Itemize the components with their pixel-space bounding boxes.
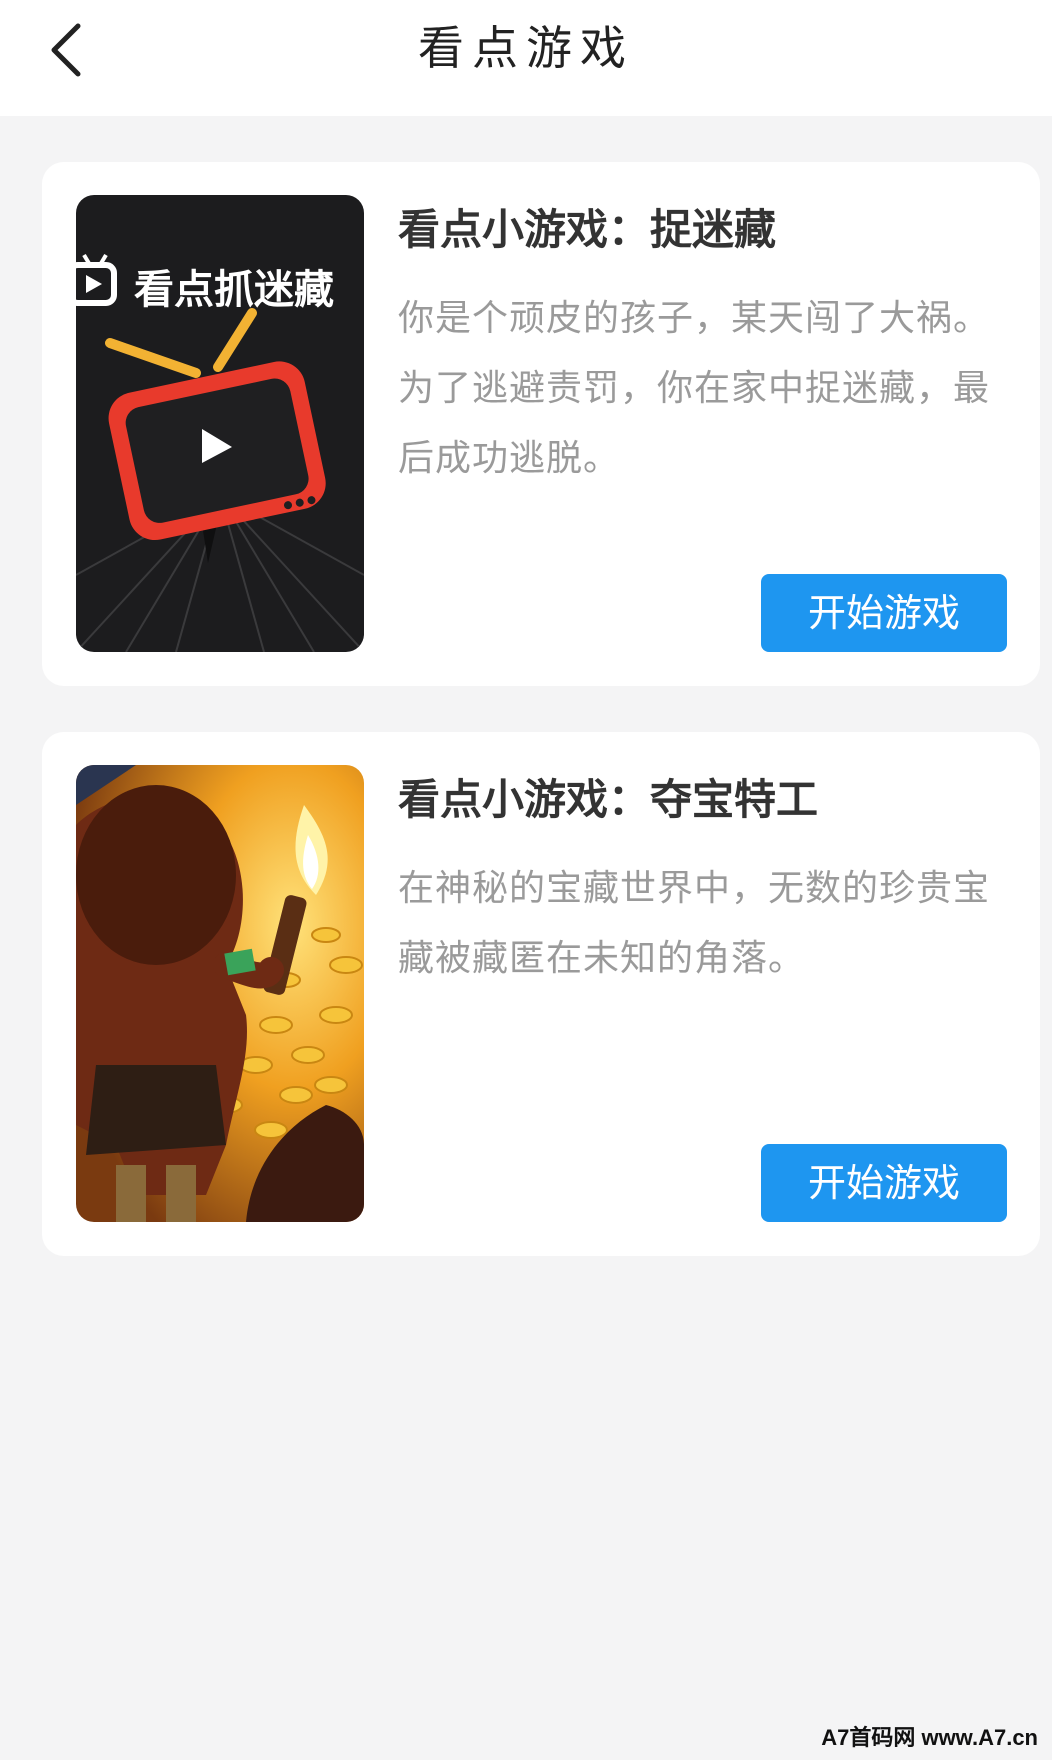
svg-text:看点抓迷藏: 看点抓迷藏 <box>134 267 334 313</box>
start-game-button[interactable]: 开始游戏 <box>761 574 1007 652</box>
start-game-button[interactable]: 开始游戏 <box>761 1144 1007 1222</box>
site-watermark: A7首码网 www.A7.cn <box>821 1725 1038 1750</box>
game-title: 看点小游戏：夺宝特工 <box>398 775 819 824</box>
game-card-hide-and-seek: 看点抓迷藏 看点小游戏：捉迷藏 你是个顽皮的孩子，某天闯了大祸。为了逃避责罚，你… <box>42 162 1040 686</box>
game-card-treasure-agent: 看点小游戏：夺宝特工 在神秘的宝藏世界中，无数的珍贵宝藏被藏匿在未知的角落。 开… <box>42 732 1040 1256</box>
game-description: 你是个顽皮的孩子，某天闯了大祸。为了逃避责罚，你在家中捉迷藏，最后成功逃脱。 <box>398 298 991 479</box>
page-title: 看点游戏 <box>418 21 634 75</box>
game-thumbnail-hide-and-seek[interactable]: 看点抓迷藏 <box>76 195 364 652</box>
top-nav-bar: 看点游戏 <box>0 0 1052 116</box>
game-title: 看点小游戏：捉迷藏 <box>398 205 777 254</box>
game-description: 在神秘的宝藏世界中，无数的珍贵宝藏被藏匿在未知的角落。 <box>398 868 991 979</box>
game-thumbnail-treasure-agent[interactable] <box>76 765 364 1222</box>
